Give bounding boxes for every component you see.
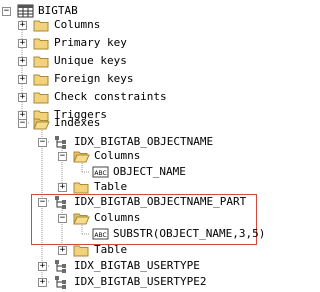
collapse-toggle[interactable]: − (18, 118, 27, 128)
expand-toggle[interactable]: + (18, 56, 27, 66)
index-icon (55, 276, 66, 289)
folder-icon (33, 20, 49, 32)
svg-text:ABC: ABC (94, 170, 106, 177)
collapse-toggle[interactable]: − (58, 151, 67, 161)
expand-toggle[interactable]: + (18, 20, 27, 30)
tree-node-columns[interactable]: + Columns (18, 15, 100, 35)
tree-node-label: Unique keys (54, 54, 127, 67)
collapse-toggle[interactable]: − (2, 6, 11, 16)
tree-node-label: Columns (94, 149, 141, 162)
tree-node-label: IDX_BIGTAB_USERTYPE2 (74, 275, 207, 288)
tree-node-label: Indexes (54, 116, 101, 129)
tree-node-foreign-keys[interactable]: + Foreign keys (18, 69, 133, 89)
expand-toggle[interactable]: + (18, 38, 27, 48)
collapse-toggle[interactable]: − (38, 197, 47, 207)
folder-icon (33, 38, 49, 50)
object-tree: − BIGTAB + Columns + Primary key + Uniqu… (0, 0, 265, 292)
expand-toggle[interactable]: + (58, 245, 67, 255)
collapse-toggle[interactable]: − (38, 137, 47, 147)
tree-node-label: Foreign keys (54, 72, 134, 85)
tree-node-indexes[interactable]: − Indexes (18, 113, 100, 133)
tree-node-label: Primary key (54, 36, 127, 49)
tree-node-label: IDX_BIGTAB_USERTYPE (74, 259, 200, 272)
folder-icon (33, 56, 49, 68)
column-type-icon: ABC (92, 228, 109, 240)
folder-open-icon (73, 213, 90, 225)
tree-node-check-constraints[interactable]: + Check constraints (18, 87, 167, 107)
expand-toggle[interactable]: + (58, 182, 67, 192)
expand-toggle[interactable]: + (38, 277, 47, 287)
tree-node-index[interactable]: + IDX_BIGTAB_USERTYPE2 (38, 272, 206, 292)
tree-node-unique-keys[interactable]: + Unique keys (18, 51, 127, 71)
index-icon (55, 260, 66, 273)
tree-node-label: SUBSTR(OBJECT_NAME,3,5) (113, 227, 266, 240)
folder-icon (73, 245, 89, 257)
expand-toggle[interactable]: + (18, 92, 27, 102)
tree-node-label: Columns (54, 18, 101, 31)
svg-text:ABC: ABC (94, 232, 106, 239)
tree-node-label: Table (94, 243, 128, 256)
expand-toggle[interactable]: + (38, 261, 47, 271)
folder-icon (33, 74, 49, 86)
expand-toggle[interactable]: + (18, 74, 27, 84)
folder-open-icon (73, 151, 90, 163)
tree-node-primary-key[interactable]: + Primary key (18, 33, 127, 53)
index-icon (55, 196, 66, 209)
folder-open-icon (33, 118, 50, 130)
folder-icon (33, 92, 49, 104)
tree-node-label: Columns (94, 211, 141, 224)
tree-node-label: Check constraints (54, 90, 167, 103)
collapse-toggle[interactable]: − (58, 213, 67, 223)
tree-node-label: IDX_BIGTAB_OBJECTNAME_PART (74, 195, 247, 208)
